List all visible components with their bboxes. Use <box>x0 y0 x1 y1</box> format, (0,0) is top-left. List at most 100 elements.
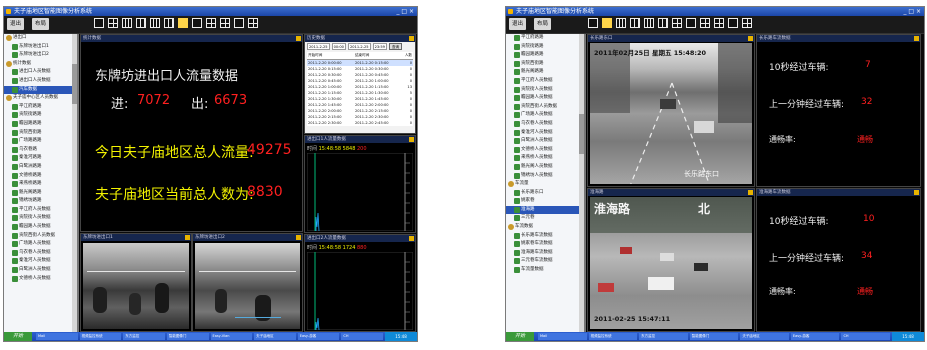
video-panel-2[interactable]: 东牌坊进出口2 <box>192 233 303 332</box>
sidebar-item[interactable]: 锦绣坊路路 <box>4 197 77 206</box>
table-row[interactable]: 2011-2-20 2:30:00 2011-2-20 2:45:00 0 <box>307 120 413 126</box>
panel-close-icon[interactable] <box>748 190 753 195</box>
end-date-input[interactable]: 2011-2-25 <box>347 43 371 50</box>
taskbar-button[interactable]: CH <box>841 333 891 340</box>
taskbar-button[interactable]: Mail <box>538 333 587 340</box>
sidebar-item[interactable]: 白鹭洲路路 <box>4 163 77 172</box>
layout-1-icon[interactable] <box>94 18 104 28</box>
layout-8-icon[interactable] <box>658 18 668 28</box>
layout-3-icon[interactable] <box>700 18 710 28</box>
video-panel-1[interactable]: 东牌坊进出口1 <box>80 233 192 332</box>
layout-5-icon[interactable] <box>672 18 682 28</box>
sidebar-item[interactable]: 姚家巷车流数据 <box>506 240 584 249</box>
sidebar-item[interactable]: 瞻园路路路 <box>506 51 584 60</box>
layout-6-icon[interactable] <box>644 18 654 28</box>
layout-9-icon[interactable] <box>616 18 626 28</box>
sidebar-item[interactable]: 三元巷 <box>506 214 584 223</box>
sidebar-item[interactable]: 秦淮河路路 <box>4 154 77 163</box>
start-button[interactable]: 开始 <box>506 332 534 341</box>
sidebar-item[interactable]: 广场路人员数据 <box>4 240 77 249</box>
panel-close-icon[interactable] <box>185 235 190 240</box>
sidebar-item[interactable]: 贡院西街人员数据 <box>506 103 584 112</box>
exit-button[interactable]: 退出 <box>509 18 527 30</box>
layout-10-icon[interactable] <box>728 18 738 28</box>
layout-4-icon[interactable] <box>108 18 118 28</box>
sidebar-item[interactable]: 车流量 <box>506 180 584 189</box>
sidebar-item[interactable]: 东牌坊进出口1 <box>4 43 77 52</box>
taskbar-button[interactable]: Easy-游客 <box>297 333 340 340</box>
camera-panel-1[interactable]: 长乐路东口 2011年02月25日 星期五 15:48:20 长乐路东口 <box>587 34 755 187</box>
sidebar-item[interactable]: 来燕桥路路 <box>4 180 77 189</box>
camera-feed[interactable] <box>195 243 300 329</box>
sidebar-item[interactable]: 贡院西街路 <box>4 129 77 138</box>
taskbar-button[interactable]: 东方监控 <box>123 333 165 340</box>
sidebar-item[interactable]: 长乐路车流数据 <box>506 232 584 241</box>
sidebar-item[interactable]: 魁光阁人员数据 <box>506 163 584 172</box>
panel-close-icon[interactable] <box>914 190 919 195</box>
taskbar-button[interactable]: 视频监控系统 <box>588 333 638 340</box>
taskbar-button[interactable]: 夫子庙地区 <box>740 333 789 340</box>
layout-7-icon[interactable] <box>714 18 724 28</box>
camera-feed[interactable]: 淮海路 北 2011-02-25 15:47:11 <box>590 197 752 329</box>
taskbar-button[interactable]: 东方监控 <box>639 333 688 340</box>
panel-close-icon[interactable] <box>409 236 414 241</box>
sidebar-item[interactable]: 文德桥人员数据 <box>4 275 77 284</box>
exit-button[interactable]: 退出 <box>7 18 25 30</box>
sidebar-item[interactable]: 三元巷车流数据 <box>506 257 584 266</box>
layout-6-icon[interactable] <box>150 18 160 28</box>
sidebar-item[interactable]: 进出口人员数据 <box>4 68 77 77</box>
panel-close-icon[interactable] <box>296 235 301 240</box>
sidebar-item[interactable]: 进出口人员数据 <box>4 77 77 86</box>
panel-close-icon[interactable] <box>296 36 301 41</box>
layout-button[interactable]: 布局 <box>534 18 552 30</box>
scrollbar-thumb[interactable] <box>579 114 584 154</box>
sidebar-item[interactable]: 贡院西街人员数据 <box>4 232 77 241</box>
sidebar-item[interactable]: 车流量数据 <box>506 266 584 275</box>
sidebar-item[interactable]: 姚家巷 <box>506 197 584 206</box>
taskbar-button[interactable]: 智能图像门 <box>166 333 209 340</box>
sidebar-item[interactable]: 统计数据 <box>4 60 77 69</box>
sidebar-item[interactable]: 平江府人员数据 <box>4 206 77 215</box>
sidebar-item[interactable]: 广场路人员数据 <box>506 111 584 120</box>
sidebar-item[interactable]: 贡院街路路 <box>506 43 584 52</box>
layout-10-icon[interactable] <box>234 18 244 28</box>
sidebar-item[interactable]: 广场路路路 <box>4 137 77 146</box>
layout-2-icon[interactable] <box>192 18 202 28</box>
sidebar-item[interactable]: 进出口 <box>4 34 77 43</box>
sidebar-item[interactable]: 来燕桥人员数据 <box>506 154 584 163</box>
sidebar-item[interactable]: 平江府人员数据 <box>506 77 584 86</box>
layout-2-icon[interactable] <box>686 18 696 28</box>
layout-9-icon[interactable] <box>122 18 132 28</box>
layout-8-icon[interactable] <box>164 18 174 28</box>
taskbar-button[interactable]: 视频监控系统 <box>79 333 122 340</box>
layout-4-icon[interactable] <box>602 18 612 28</box>
sidebar-item[interactable]: 东牌坊进出口2 <box>4 51 77 60</box>
taskbar-button[interactable]: Easy-游客 <box>790 333 840 340</box>
taskbar-button[interactable]: 智能图像门 <box>689 333 739 340</box>
sidebar-item[interactable]: 长乐路东口 <box>506 189 584 198</box>
sidebar-item[interactable]: 贡院街人员数据 <box>506 86 584 95</box>
sidebar-item[interactable]: 秦淮河人员数据 <box>506 129 584 138</box>
layout-3-icon[interactable] <box>206 18 216 28</box>
sidebar-item[interactable]: 平江府路路 <box>4 103 77 112</box>
sidebar-item[interactable]: 白鹭洲人员数据 <box>506 137 584 146</box>
layout-button[interactable]: 布局 <box>32 18 50 30</box>
camera-panel-2[interactable]: 淮海路 淮海路 北 2011-02-25 15:47:11 <box>587 188 755 332</box>
camera-feed[interactable] <box>83 243 189 329</box>
layout-5-icon[interactable] <box>178 18 188 28</box>
start-date-input[interactable]: 2011-2-25 <box>307 43 330 50</box>
window-controls[interactable]: _ □ × <box>396 7 414 16</box>
layout-12-icon[interactable] <box>742 18 752 28</box>
sidebar-item[interactable]: 贡院街人员数据 <box>4 214 77 223</box>
camera-feed[interactable]: 2011年02月25日 星期五 15:48:20 长乐路东口 <box>590 43 752 184</box>
layout-12-icon[interactable] <box>248 18 258 28</box>
sidebar-item[interactable]: 乌衣巷路 <box>4 146 77 155</box>
scrollbar[interactable] <box>579 34 584 332</box>
query-button[interactable]: 查询 <box>388 43 403 50</box>
panel-close-icon[interactable] <box>409 36 414 41</box>
sidebar-item[interactable]: 夫子庙中心区人员数据 <box>4 94 77 103</box>
scrollbar-thumb[interactable] <box>72 64 77 104</box>
sidebar-item[interactable]: 锦绣坊人员数据 <box>506 172 584 181</box>
sidebar-item[interactable]: 贡院街路路 <box>4 111 77 120</box>
sidebar-item[interactable]: 魁光阁路路 <box>4 189 77 198</box>
